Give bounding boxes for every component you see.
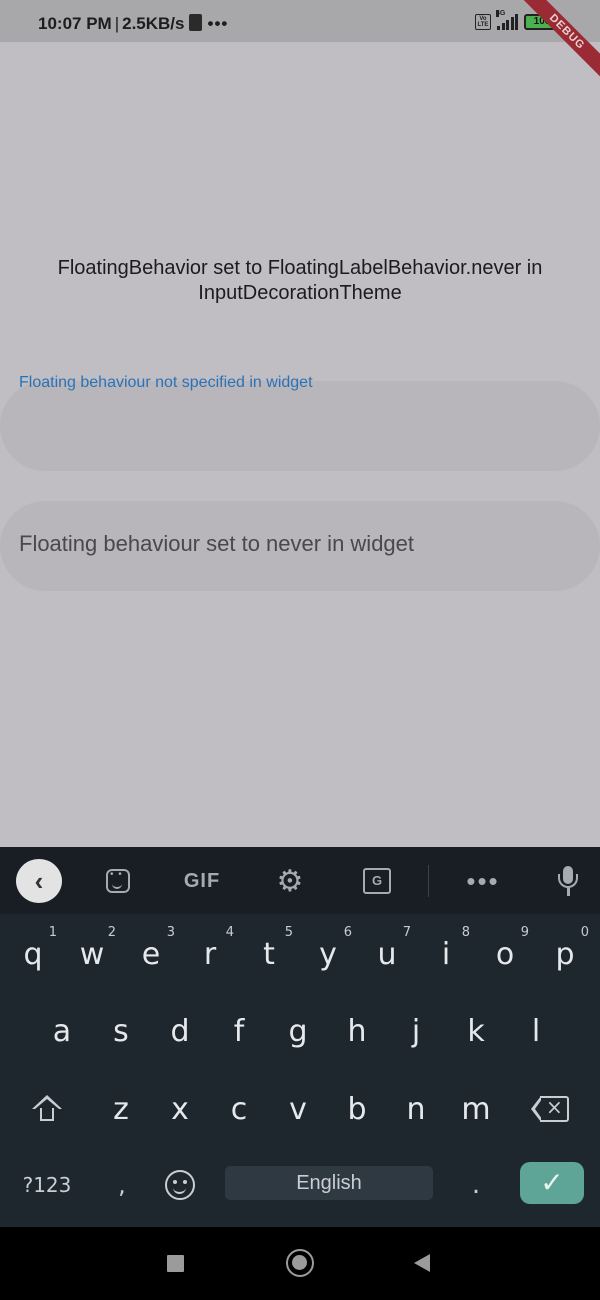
status-time: 10:07 PM xyxy=(38,14,112,33)
key-v[interactable]: v xyxy=(270,1078,326,1140)
symbols-key[interactable]: ?123 xyxy=(19,1154,75,1216)
more-options-icon[interactable]: ••• xyxy=(461,861,505,901)
key-t[interactable]: t5 xyxy=(241,923,297,985)
usb-icon xyxy=(188,14,202,31)
key-o-hint: 9 xyxy=(520,925,529,940)
gear-icon[interactable]: ⚙ xyxy=(268,861,312,901)
key-u[interactable]: u7 xyxy=(359,923,415,985)
key-y-label: y xyxy=(319,936,337,972)
status-separator: | xyxy=(114,14,120,33)
key-y[interactable]: y6 xyxy=(300,923,356,985)
emoji-icon xyxy=(165,1170,195,1200)
key-e-hint: 3 xyxy=(166,925,175,940)
key-y-hint: 6 xyxy=(343,925,352,940)
key-i-hint: 8 xyxy=(461,925,470,940)
comma-key[interactable]: , xyxy=(94,1154,150,1216)
key-k[interactable]: k xyxy=(448,1000,504,1062)
more-notifications-icon: ••• xyxy=(207,14,229,33)
key-d[interactable]: d xyxy=(152,1000,208,1062)
microphone-icon[interactable] xyxy=(546,861,590,901)
key-u-hint: 7 xyxy=(402,925,411,940)
key-g[interactable]: g xyxy=(270,1000,326,1062)
debug-banner: DEBUG xyxy=(510,0,600,90)
backspace-icon: × xyxy=(531,1095,569,1122)
emoji-key[interactable] xyxy=(152,1154,208,1216)
key-s[interactable]: s xyxy=(93,1000,149,1062)
key-l[interactable]: l xyxy=(508,1000,564,1062)
recents-icon[interactable] xyxy=(167,1255,184,1272)
page-heading: FloatingBehavior set to FloatingLabelBeh… xyxy=(57,257,543,304)
key-p[interactable]: p0 xyxy=(537,923,593,985)
key-m[interactable]: m xyxy=(448,1078,504,1140)
key-w-hint: 2 xyxy=(107,925,116,940)
key-t-label: t xyxy=(263,936,275,972)
key-r[interactable]: r4 xyxy=(182,923,238,985)
key-u-label: u xyxy=(377,936,397,972)
key-t-hint: 5 xyxy=(284,925,293,940)
shift-key[interactable] xyxy=(19,1078,75,1140)
translate-icon[interactable]: G xyxy=(355,861,399,901)
keyboard-toolbar: ‹ GIF ⚙ G ••• xyxy=(0,847,600,914)
key-i-label: i xyxy=(441,936,451,972)
key-w[interactable]: w2 xyxy=(64,923,120,985)
key-q-label: q xyxy=(23,936,43,972)
key-r-label: r xyxy=(203,936,217,972)
enter-checkmark-key[interactable]: ✓ xyxy=(520,1162,584,1204)
backspace-key[interactable]: × xyxy=(522,1078,578,1140)
network-type-label: 4G xyxy=(496,10,506,17)
key-e[interactable]: e3 xyxy=(123,923,179,985)
gif-button[interactable]: GIF xyxy=(180,861,224,901)
soft-keyboard: ‹ GIF ⚙ G ••• q1 w2 e3 r4 t5 y6 u7 i8 o9… xyxy=(0,847,600,1227)
key-h[interactable]: h xyxy=(329,1000,385,1062)
chevron-left-icon[interactable]: ‹ xyxy=(16,859,62,903)
translate-icon-label: G xyxy=(363,868,391,894)
home-icon[interactable] xyxy=(286,1249,314,1277)
toolbar-divider xyxy=(428,865,429,897)
key-b[interactable]: b xyxy=(329,1078,385,1140)
key-w-label: w xyxy=(79,936,105,972)
key-f[interactable]: f xyxy=(211,1000,267,1062)
key-j[interactable]: j xyxy=(388,1000,444,1062)
key-i[interactable]: i8 xyxy=(418,923,474,985)
key-q-hint: 1 xyxy=(48,925,57,940)
navigation-bar xyxy=(0,1227,600,1300)
volte-icon: Vo LTE xyxy=(475,14,491,30)
period-key[interactable]: . xyxy=(448,1154,504,1216)
key-a[interactable]: a xyxy=(34,1000,90,1062)
text-field-never-label: Floating behaviour set to never in widge… xyxy=(19,531,415,556)
key-q[interactable]: q1 xyxy=(5,923,61,985)
key-p-hint: 0 xyxy=(580,925,589,940)
key-r-hint: 4 xyxy=(225,925,234,940)
key-z[interactable]: z xyxy=(93,1078,149,1140)
shift-icon xyxy=(32,1095,62,1123)
key-o-label: o xyxy=(495,936,515,972)
back-icon[interactable] xyxy=(414,1254,430,1272)
status-left: 10:07 PM | 2.5KB/s ••• xyxy=(38,14,228,34)
key-n[interactable]: n xyxy=(388,1078,444,1140)
debug-banner-label: DEBUG xyxy=(515,0,600,84)
key-p-label: p xyxy=(555,936,575,972)
text-field-unspecified-label: Floating behaviour not specified in widg… xyxy=(19,374,313,391)
sticker-icon[interactable] xyxy=(96,861,140,901)
net-speed: 2.5KB/s xyxy=(122,14,185,33)
text-field-unspecified[interactable] xyxy=(0,381,600,471)
key-c[interactable]: c xyxy=(211,1078,267,1140)
key-x[interactable]: x xyxy=(152,1078,208,1140)
key-o[interactable]: o9 xyxy=(477,923,533,985)
space-bar[interactable]: English xyxy=(225,1166,433,1200)
key-e-label: e xyxy=(141,936,161,972)
